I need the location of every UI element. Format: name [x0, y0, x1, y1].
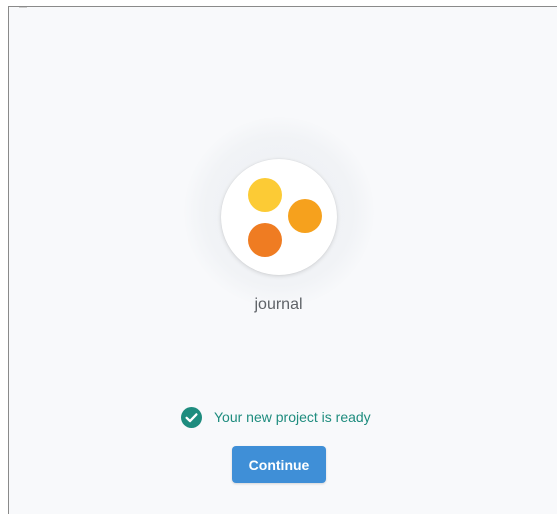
- check-circle-icon: [181, 406, 202, 428]
- divider: [19, 7, 27, 8]
- status-text: Your new project is ready: [214, 409, 371, 425]
- amber-dot-icon: [288, 199, 322, 233]
- continue-button[interactable]: Continue: [232, 446, 326, 483]
- yellow-dot-icon: [248, 178, 282, 212]
- status-message: Your new project is ready: [181, 406, 371, 428]
- orange-dot-icon: [248, 223, 282, 257]
- project-name: journal: [254, 296, 303, 313]
- project-logo: [221, 159, 337, 275]
